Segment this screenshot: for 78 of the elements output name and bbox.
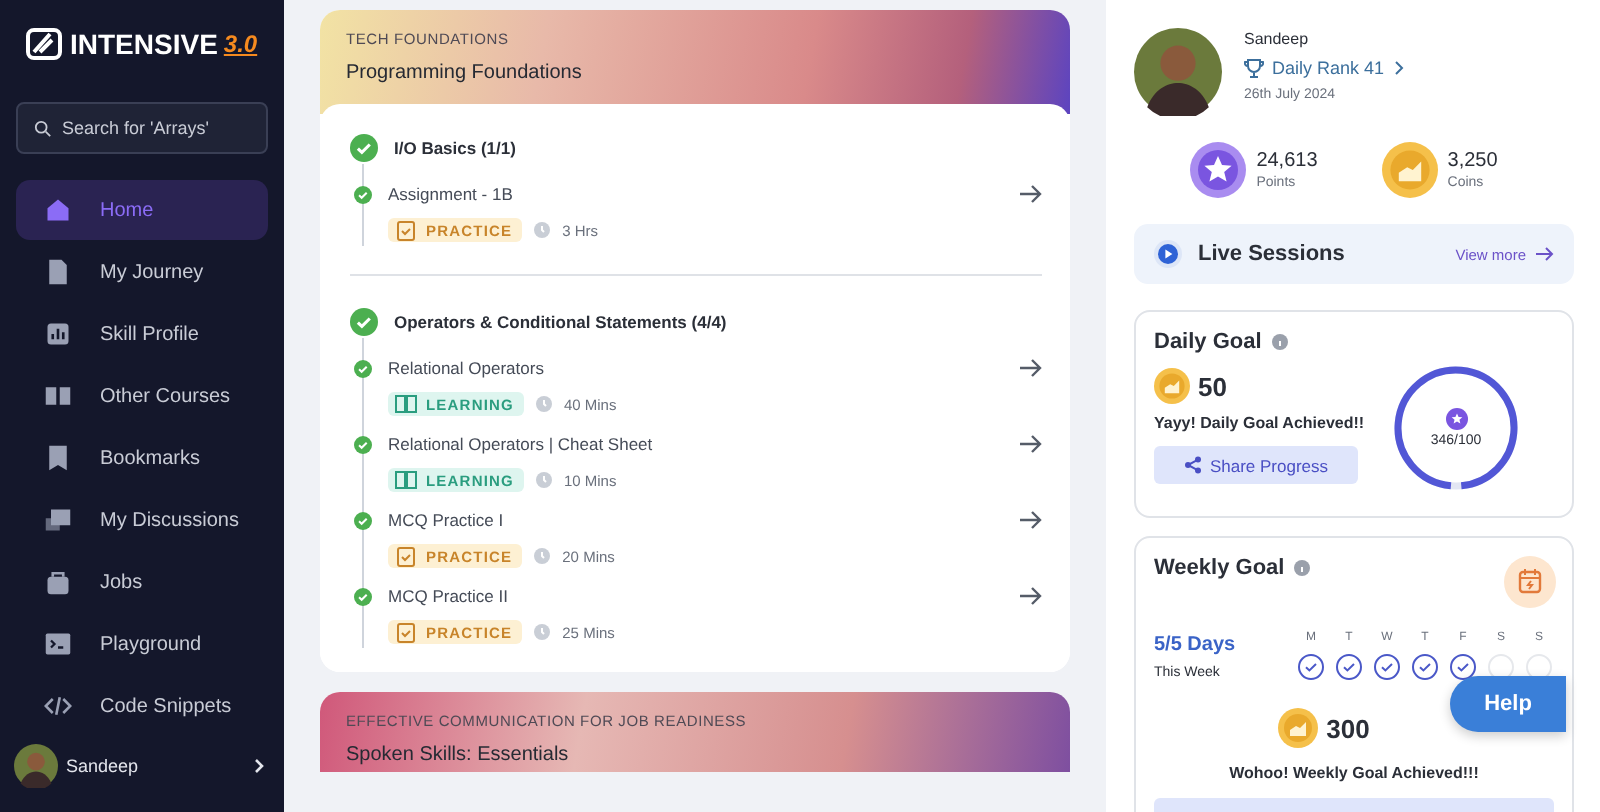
daily-rank-link[interactable]: Daily Rank 41: [1244, 58, 1407, 78]
book-icon: [394, 468, 418, 492]
arrow-icon[interactable]: [1020, 510, 1042, 530]
coin-icon: [1278, 708, 1319, 748]
stat-value: 3,250: [1447, 150, 1498, 172]
share-progress-button[interactable]: Share Progress: [1154, 446, 1358, 484]
coin-icon: [1154, 368, 1190, 404]
clock-icon: [535, 472, 552, 488]
star-icon: [1445, 408, 1467, 430]
sidebar-item[interactable]: Skill Profile: [16, 304, 268, 364]
search-field[interactable]: Search for 'Arrays': [16, 102, 268, 154]
coin-count: 300: [1326, 713, 1370, 743]
terminal-icon: [44, 630, 72, 658]
clock-icon: [534, 624, 551, 640]
clock-icon: [535, 396, 552, 412]
arrow-icon[interactable]: [1020, 184, 1042, 204]
sidebar-item[interactable]: My Discussions: [16, 490, 268, 550]
goal-message: Yayy! Daily Goal Achieved!!: [1154, 414, 1367, 432]
avatar: [14, 744, 58, 788]
chat-icon: [44, 506, 72, 534]
stat-value: 24,613: [1256, 150, 1318, 172]
clipboard-icon: [394, 620, 418, 644]
arrow-icon[interactable]: [1020, 434, 1042, 454]
coin-count: 50: [1198, 371, 1227, 401]
book-icon: [394, 392, 418, 416]
calendar-icon: [1504, 556, 1556, 608]
arrow-icon: [1536, 246, 1554, 262]
info-icon: [1294, 560, 1311, 576]
book-icon: [44, 382, 72, 410]
play-icon: [1154, 240, 1182, 268]
sidebar-item[interactable]: Other Courses: [16, 366, 268, 426]
course-title[interactable]: Programming Foundations: [346, 62, 1044, 84]
card-title: Daily Goal: [1154, 330, 1262, 354]
sidebar-item[interactable]: Home: [16, 180, 268, 240]
arrow-icon[interactable]: [1020, 586, 1042, 606]
trophy-icon: [1244, 58, 1264, 78]
unit-title[interactable]: Assignment - 1B: [388, 184, 1004, 204]
progress-ring: [1394, 366, 1518, 490]
goal-message: Wohoo! Weekly Goal Achieved!!!: [1227, 764, 1481, 782]
clock-icon: [534, 222, 551, 238]
clipboard-icon: [394, 544, 418, 568]
sidebar-item[interactable]: Playground: [16, 614, 268, 674]
chevron-icon[interactable]: [252, 758, 268, 774]
search-icon: [34, 119, 52, 137]
chart-icon: [44, 320, 72, 348]
unit-title[interactable]: MCQ Practice I: [388, 510, 1004, 530]
clipboard-icon: [394, 218, 418, 242]
version-label: 3.0: [223, 30, 258, 58]
bookmark-icon: [44, 444, 72, 472]
doc-icon: [44, 258, 72, 286]
clock-icon: [534, 548, 551, 564]
sidebar-item[interactable]: Bookmarks: [16, 428, 268, 488]
unit-title[interactable]: Relational Operators: [388, 358, 1004, 378]
arrow-icon[interactable]: [1020, 358, 1042, 378]
card-title: Weekly Goal: [1154, 556, 1285, 580]
code-icon: [44, 692, 72, 720]
sidebar-item[interactable]: Jobs: [16, 552, 268, 612]
user-name: Sandeep: [1244, 30, 1311, 48]
unit-title[interactable]: MCQ Practice II: [388, 586, 1004, 606]
info-icon: [1271, 334, 1288, 350]
course-title[interactable]: Spoken Skills: Essentials: [346, 744, 1044, 766]
home-icon: [44, 196, 72, 224]
sidebar-item[interactable]: Code Snippets: [16, 676, 268, 736]
share-icon: [1183, 456, 1202, 474]
topic-title: I/O Basics (1/1): [394, 138, 516, 158]
coin-icon: [1381, 142, 1438, 198]
avatar: [1134, 28, 1222, 116]
days-count: 5/5 Days: [1154, 634, 1238, 656]
logo-icon: [24, 26, 64, 62]
user-name: Sandeep: [66, 756, 141, 776]
help-button[interactable]: Help: [1450, 676, 1566, 732]
unit-title[interactable]: Relational Operators | Cheat Sheet: [388, 434, 1004, 454]
section-title: Live Sessions: [1198, 242, 1347, 266]
topic-title: Operators & Conditional Statements (4/4): [394, 312, 727, 332]
chevron-icon: [1392, 60, 1407, 76]
sidebar-item[interactable]: My Journey: [16, 242, 268, 302]
logo-text: INTENSIVE: [70, 28, 218, 60]
bag-icon: [44, 568, 72, 596]
